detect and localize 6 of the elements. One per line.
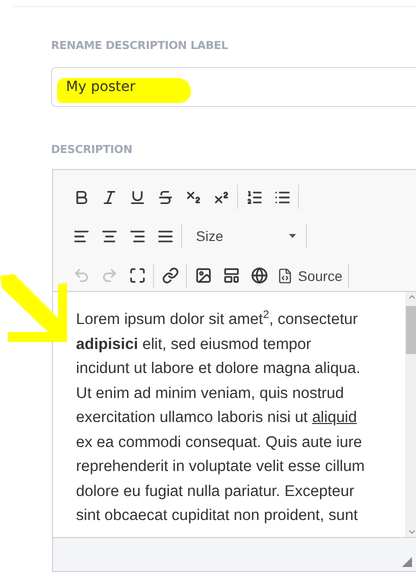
size-dropdown[interactable]: Size — [186, 224, 302, 248]
label-input[interactable]: My poster — [51, 67, 416, 107]
field-label: RENAME DESCRIPTION LABEL — [51, 39, 228, 52]
source-button[interactable]: Source — [275, 264, 344, 288]
description-text: Lorem ipsum dolor sit amet$^{2}$, consectetur adipisici elit, sed eiusmod tempor incidunt ut labore et dolore magna aliqua. Ut enim ad minim veniam, quis nostrud exercitation ullamco laboris nisi ut aliquid ex ea commodi consequat. Quis aute iure reprehenderit in voluptate velit esse cillum dolore eu fugiat nulla pariatur. Excepteur sint obcaecat cupiditat non proident, sunt — [75, 308, 366, 526]
field-label: DESCRIPTION — [51, 143, 132, 156]
